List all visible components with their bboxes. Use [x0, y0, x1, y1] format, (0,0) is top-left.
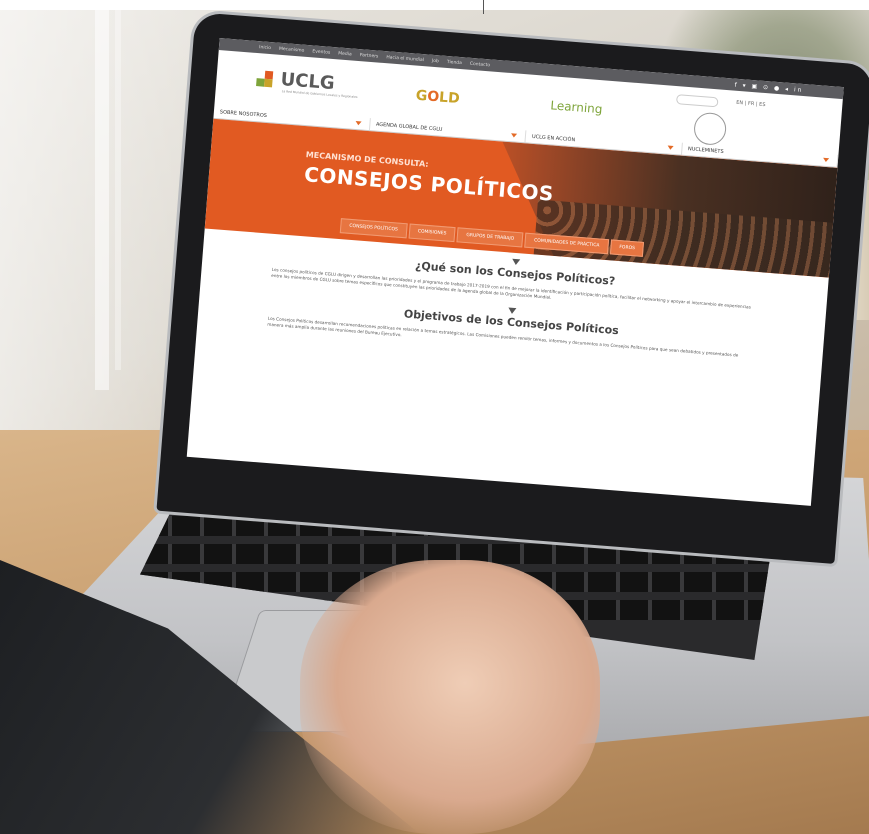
top-nav-item[interactable]: Mecanismo — [279, 46, 305, 53]
search-input[interactable] — [675, 94, 719, 108]
top-tick — [483, 0, 484, 14]
gold-logo-ld: LD — [438, 89, 461, 108]
down-arrow-icon — [511, 258, 521, 266]
gold-logo[interactable]: GOLD — [415, 88, 460, 107]
top-nav-item[interactable]: Contacto — [470, 61, 491, 68]
top-nav-item[interactable]: Partners — [360, 53, 379, 59]
tab-consejos-politicos[interactable]: CONSEJOS POLÍTICOS — [339, 218, 408, 239]
top-nav-item[interactable]: Job — [432, 58, 439, 64]
window-frame — [95, 10, 109, 390]
laptop-photo: Inicio Mecanismo Eventos Media Partners … — [0, 0, 869, 834]
tab-foros[interactable]: FOROS — [609, 239, 645, 257]
tab-comisiones[interactable]: COMISIONES — [408, 223, 456, 243]
top-nav-item[interactable]: Media — [338, 51, 352, 57]
laptop-lid: Inicio Mecanismo Eventos Media Partners … — [156, 12, 869, 564]
learning-logo[interactable]: Learning — [550, 98, 603, 116]
laptop-screen: Inicio Mecanismo Eventos Media Partners … — [186, 38, 844, 506]
uclg-logo[interactable]: UCLG La Red Mundial de Gobiernos Locales… — [256, 67, 358, 99]
top-border — [0, 0, 869, 10]
top-nav-item[interactable]: Tienda — [447, 59, 462, 65]
top-nav-item[interactable]: Eventos — [312, 49, 330, 55]
tab-grupos-de-trabajo[interactable]: GRUPOS DE TRABAJO — [456, 227, 524, 248]
typing-hand — [300, 560, 600, 834]
top-nav-item[interactable]: Inicio — [259, 45, 271, 51]
top-nav-item[interactable]: Hacia el mundial — [386, 55, 424, 63]
down-arrow-icon — [507, 307, 517, 315]
uclg-mark-icon — [256, 70, 277, 88]
language-switcher[interactable]: EN | FR | ES — [736, 100, 766, 108]
window-frame-thin — [115, 10, 121, 370]
seal-badge-icon — [692, 111, 728, 147]
